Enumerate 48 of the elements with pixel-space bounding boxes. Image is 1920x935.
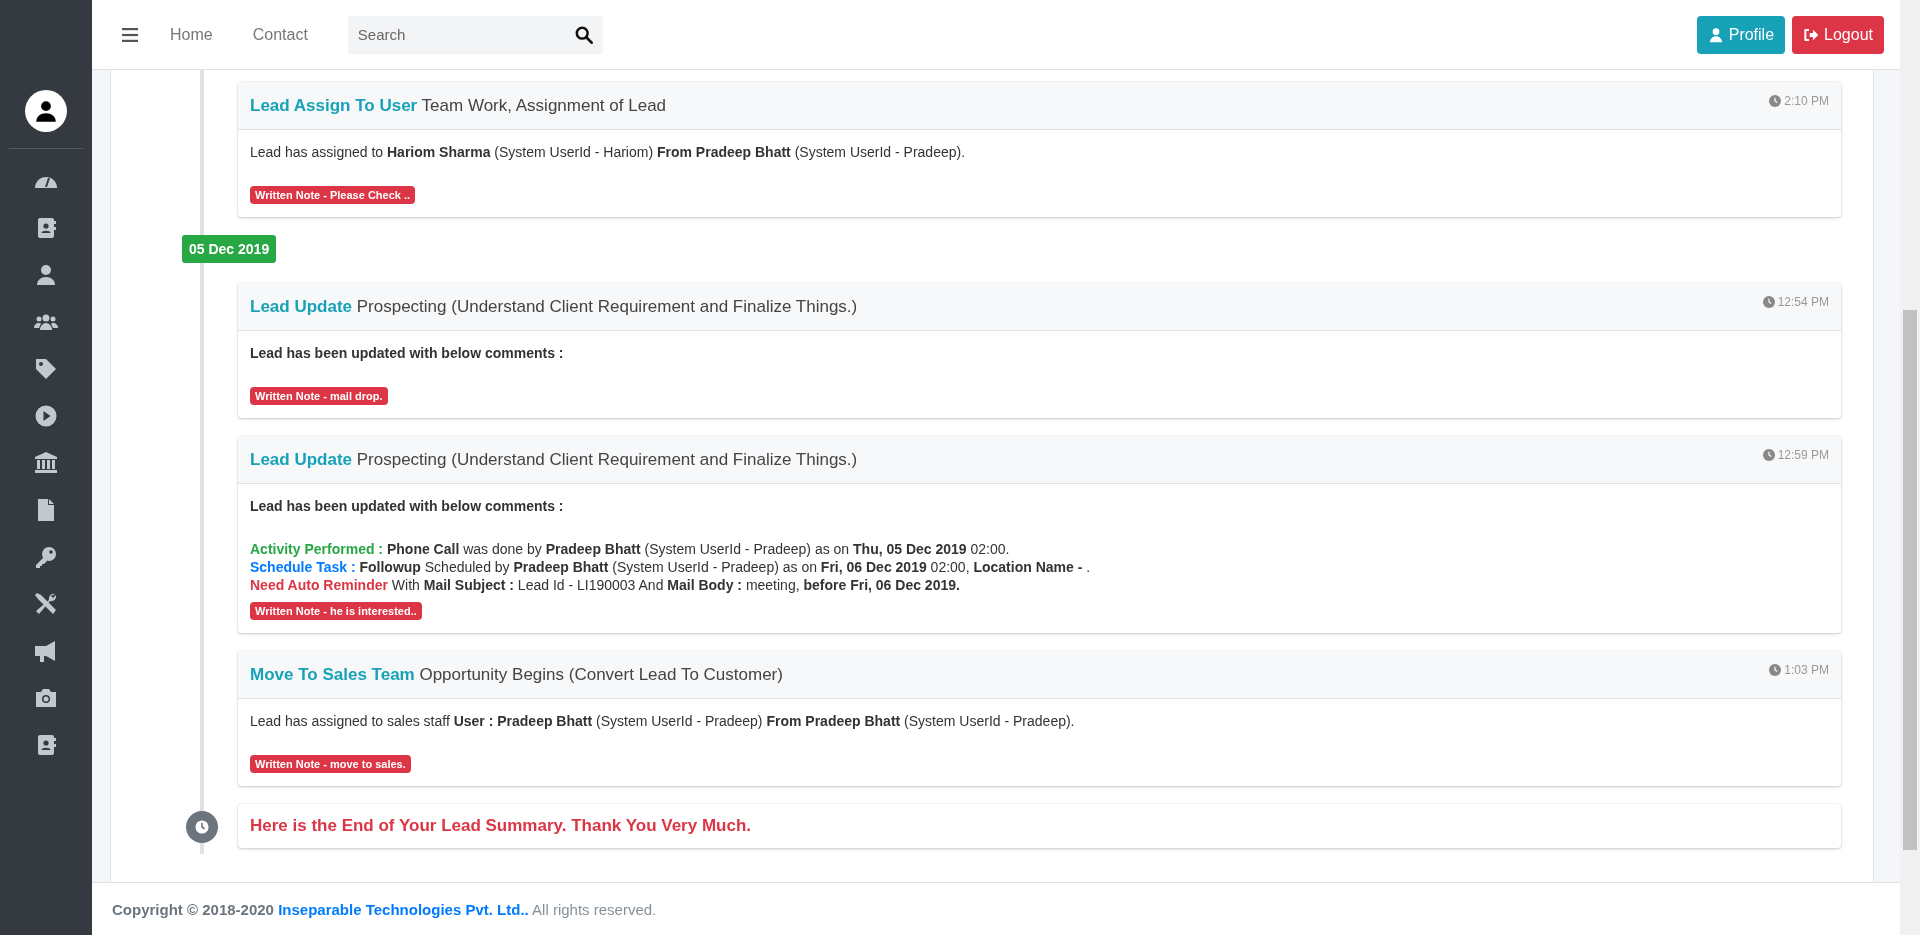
search-button[interactable] — [564, 15, 603, 54]
tag-icon[interactable] — [34, 357, 58, 381]
clock-icon — [186, 811, 218, 843]
event-text: Activity Performed : Phone Call was done by Pradeep Bhatt (System UserId - Pradeep) as on Thu, 05 Dec 2019 02:00. — [250, 540, 1011, 558]
event-time: 2:10 PM — [1784, 94, 1829, 108]
event-text: Schedule Task : Followup Scheduled by Pradeep Bhatt (System UserId - Pradeep) as on Fri, 06 Dec 2019 02:00, Location Name - . — [250, 558, 1092, 576]
nav-link[interactable]: Home — [170, 25, 213, 44]
clock-icon — [1769, 95, 1782, 107]
tools-icon[interactable] — [34, 592, 58, 616]
logout-icon — [1803, 26, 1820, 43]
event-text: Lead has assigned to sales staff User : Pradeep Bhatt (System UserId - Pradeep) From Pradeep Bhatt (System UserId - Pradeep). — [250, 712, 1076, 730]
event-title: Lead Assign To User Team Work, Assignment of Lead — [250, 95, 667, 116]
event-text: Lead has been updated with below comments : — [250, 344, 565, 362]
event-text: Lead has been updated with below comments : — [250, 497, 565, 515]
event-title: Lead Update Prospecting (Understand Client Requirement and Finalize Things.) — [250, 449, 858, 470]
event-time: 12:54 PM — [1777, 295, 1829, 309]
note-badge: Written Note - he is interested.. — [250, 602, 422, 620]
company-link[interactable]: Inseparable Technologies Pvt. Ltd.. — [278, 900, 529, 918]
event-time: 12:59 PM — [1777, 448, 1829, 462]
clock-icon — [1762, 449, 1775, 461]
play-circle-icon[interactable] — [34, 404, 58, 428]
nav-link[interactable]: Contact — [252, 25, 308, 44]
profile-button[interactable]: Profile — [1696, 15, 1786, 54]
key-icon[interactable] — [34, 545, 58, 569]
search-icon — [574, 25, 593, 44]
event-text: Need Auto Reminder With Mail Subject : Lead Id - LI190003 And Mail Body : meeting, before Fri, 06 Dec 2019. — [250, 576, 961, 594]
camera-icon[interactable] — [34, 686, 58, 710]
note-badge: Written Note - mail drop. — [250, 387, 388, 405]
search-field[interactable]: Search — [347, 15, 565, 54]
event-text: Lead has assigned to Hariom Sharma (System UserId - Hariom) From Pradeep Bhatt (System UserId - Pradeep). — [250, 143, 967, 161]
menu-icon[interactable] — [122, 27, 138, 42]
user-icon[interactable] — [34, 263, 58, 287]
event-title: Move To Sales Team Opportunity Begins (Convert Lead To Customer) — [250, 664, 783, 685]
event-time: 1:03 PM — [1784, 663, 1829, 677]
logout-button[interactable]: Logout — [1792, 15, 1884, 54]
note-badge: Written Note - Please Check .. — [250, 186, 416, 204]
clock-icon — [1762, 296, 1775, 308]
summary-end-text: Here is the End of Your Lead Summary. Thank You Very Much. — [250, 816, 751, 835]
clock-icon — [1769, 664, 1782, 676]
bank-icon[interactable] — [34, 451, 58, 475]
copyright-text: Copyright © 2018-2020 Inseparable Technologies Pvt. Ltd.. All rights reserved. — [112, 900, 657, 918]
user-avatar-icon[interactable] — [25, 90, 67, 132]
event-title: Lead Update Prospecting (Understand Client Requirement and Finalize Things.) — [250, 296, 858, 317]
note-badge: Written Note - move to sales. — [250, 755, 411, 773]
date-badge: 05 Dec 2019 — [182, 235, 277, 263]
megaphone-icon[interactable] — [34, 639, 58, 663]
scrollbar[interactable] — [1900, 0, 1920, 935]
user-icon — [1707, 26, 1724, 43]
